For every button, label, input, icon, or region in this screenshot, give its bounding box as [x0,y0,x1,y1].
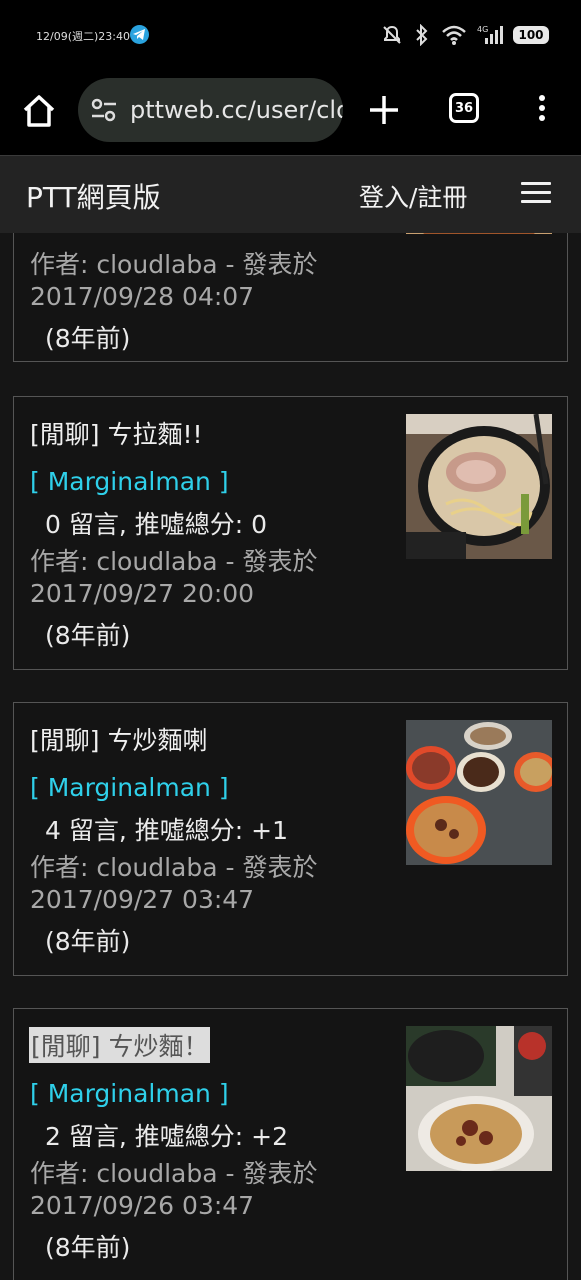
post-date: 2017/09/28 04:07 [30,282,255,311]
board-link[interactable]: [ Marginalman ] [30,773,229,802]
post-author: 作者: cloudlaba - 發表於 [30,547,318,576]
board-link[interactable]: [ Marginalman ] [30,1079,229,1108]
post-stats: 2 留言, 推噓總分: +2 [45,1122,288,1151]
site-settings-icon[interactable] [90,98,118,122]
telegram-icon [130,25,149,44]
post-title[interactable]: [閒聊] ㄘ炒麵喇 [30,721,207,757]
site-header: PTT網頁版 登入/註冊 [0,155,581,233]
post-age: (8年前) [45,1233,131,1262]
browser-menu-icon[interactable] [530,92,554,128]
status-time: 12/09(週二)23:40 [36,30,130,43]
status-bar: 12/09(週二)23:40 4G 100 [0,0,581,70]
post-title[interactable]: [閒聊] ㄘ拉麵!! [30,415,203,451]
login-register-link[interactable]: 登入/註冊 [359,178,467,214]
post-date: 2017/09/26 03:47 [30,1191,255,1220]
post-thumbnail [406,1026,552,1171]
post-author: 作者: cloudlaba - 發表於 [30,250,318,279]
status-icons: 4G 100 [381,22,549,48]
new-tab-icon[interactable] [366,90,402,130]
post-age: (8年前) [45,324,131,353]
signal-4g-icon: 4G [477,25,503,44]
wifi-icon [442,25,466,45]
post-author: 作者: cloudlaba - 發表於 [30,1159,318,1188]
post-card[interactable]: [閒聊] ㄘ炒麵！ [ Marginalman ] 2 留言, 推噓總分: +2… [13,1008,568,1280]
address-bar[interactable]: pttweb.cc/user/cloudlaba [78,78,343,142]
post-list: 作者: cloudlaba - 發表於 2017/09/28 04:07 (8年… [0,233,581,1280]
post-stats: 4 留言, 推噓總分: +1 [45,816,288,845]
tab-switcher-button[interactable]: 36 [449,93,479,123]
board-link[interactable]: [ Marginalman ] [30,467,229,496]
bluetooth-icon [416,24,428,46]
post-thumbnail [406,720,552,865]
post-date: 2017/09/27 20:00 [30,579,255,608]
post-title[interactable]: [閒聊] ㄘ炒麵！ [29,1027,211,1063]
post-card[interactable]: 作者: cloudlaba - 發表於 2017/09/28 04:07 (8年… [13,233,568,362]
post-age: (8年前) [45,927,131,956]
bell-muted-icon [383,25,401,44]
svg-text:4G: 4G [477,25,488,34]
post-card[interactable]: [閒聊] ㄘ拉麵!! [ Marginalman ] 0 留言, 推噓總分: 0… [13,396,568,670]
battery-indicator: 100 [513,26,549,44]
hamburger-menu-icon[interactable] [521,182,551,206]
url-text[interactable]: pttweb.cc/user/cloudlaba [130,96,343,124]
post-thumbnail [406,414,552,559]
browser-toolbar: pttweb.cc/user/cloudlaba 36 [0,70,581,155]
post-age: (8年前) [45,621,131,650]
post-stats: 0 留言, 推噓總分: 0 [45,510,268,539]
home-icon[interactable] [18,90,60,132]
post-card[interactable]: [閒聊] ㄘ炒麵喇 [ Marginalman ] 4 留言, 推噓總分: +1… [13,702,568,976]
post-date: 2017/09/27 03:47 [30,885,255,914]
post-thumbnail [406,233,552,234]
site-title[interactable]: PTT網頁版 [26,176,161,216]
post-author: 作者: cloudlaba - 發表於 [30,853,318,882]
